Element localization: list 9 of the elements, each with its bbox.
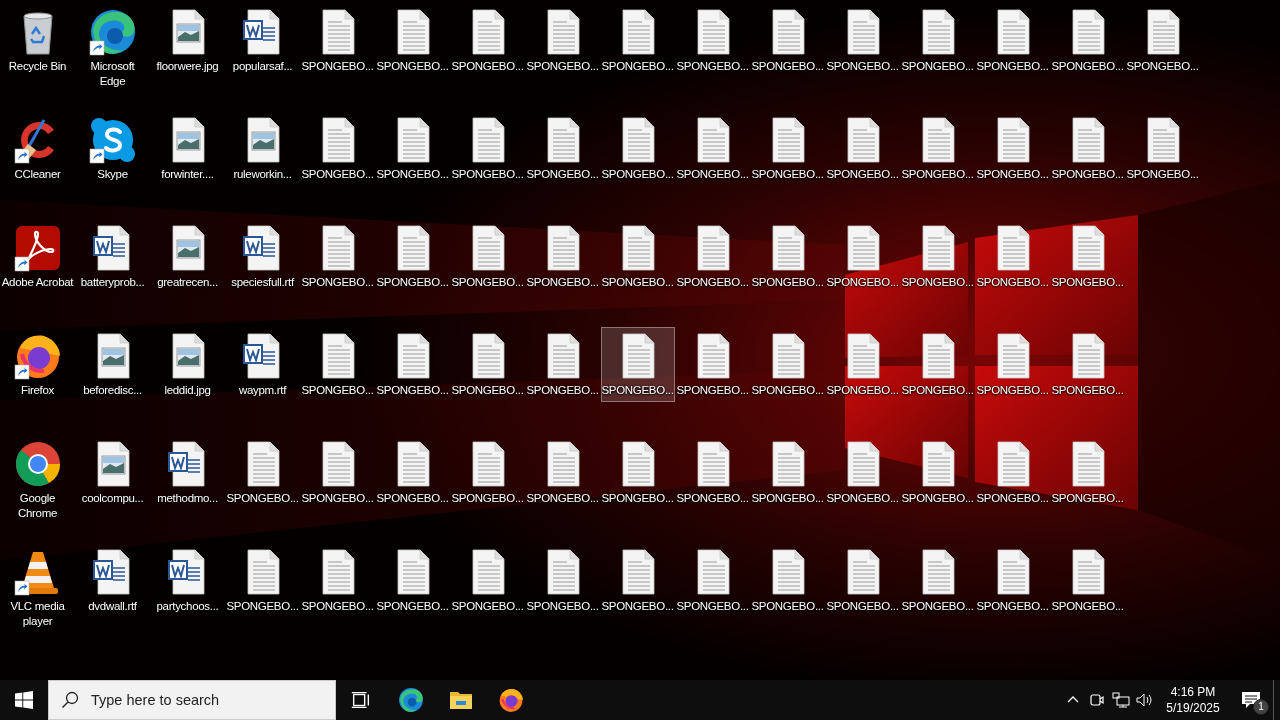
notification-badge: 1: [1253, 699, 1269, 715]
clock[interactable]: 4:16 PM 5/19/2025: [1157, 680, 1229, 720]
windows-logo-icon: [15, 691, 33, 709]
search-icon: [61, 691, 79, 709]
notification-button[interactable]: 1: [1229, 680, 1273, 720]
search-field[interactable]: Type here to search: [91, 692, 311, 708]
desktop-icon[interactable]: SPONGEBO...: [600, 327, 675, 402]
chrome-icon: [13, 440, 62, 488]
search-bar[interactable]: Type here to search: [48, 680, 336, 720]
